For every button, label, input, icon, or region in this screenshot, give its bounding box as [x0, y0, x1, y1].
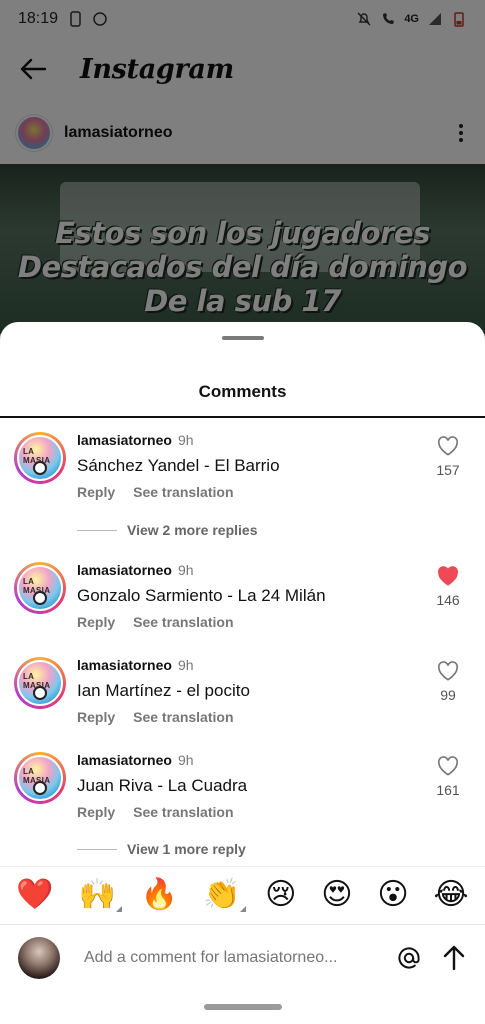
comment-text: Sánchez Yandel - El Barrio	[77, 456, 280, 475]
clapping-hands-glyph: 👏	[202, 876, 241, 912]
comment-item: LA MASIA lamasiatorneo 9h Ian Martínez - …	[0, 643, 485, 733]
system-nav-bar	[0, 990, 485, 1024]
comment-time: 9h	[177, 562, 194, 578]
comment-input[interactable]	[84, 948, 385, 967]
see-translation-button[interactable]: See translation	[133, 614, 233, 630]
background-post-view: 18:19 4G Instagram lamasiatorneo Esto	[0, 0, 485, 340]
view-replies-label: View 1 more reply	[127, 841, 246, 857]
surprised-face-emoji[interactable]: 😮	[377, 879, 408, 910]
thread-line	[77, 529, 117, 531]
reply-button[interactable]: Reply	[77, 614, 115, 630]
comment-username[interactable]: lamasiatorneo	[77, 562, 172, 578]
comment-username[interactable]: lamasiatorneo	[77, 657, 172, 673]
heart-outline-icon	[437, 756, 459, 776]
view-more-replies[interactable]: View 1 more reply	[77, 841, 246, 857]
like-count: 146	[436, 592, 460, 608]
comment-username[interactable]: lamasiatorneo	[77, 432, 172, 448]
like-count: 157	[436, 462, 460, 478]
comment-item: LA MASIA lamasiatorneo 9h Sánchez Yandel …	[0, 418, 485, 508]
like-button[interactable]: 157	[433, 436, 463, 478]
fire-emoji[interactable]: 🔥	[141, 879, 178, 910]
laughing-tears-emoji[interactable]: 😂	[433, 879, 468, 910]
commenter-avatar[interactable]: LA MASIA	[14, 657, 66, 709]
clapping-hands-emoji[interactable]: 👏	[202, 876, 247, 912]
like-count: 161	[436, 782, 460, 798]
commenter-avatar[interactable]: LA MASIA	[14, 432, 66, 484]
reply-button[interactable]: Reply	[77, 804, 115, 820]
see-translation-button[interactable]: See translation	[133, 709, 233, 725]
comment-text: Juan Riva - La Cuadra	[77, 776, 248, 795]
home-gesture-handle[interactable]	[203, 1004, 282, 1010]
comment-composer	[0, 924, 485, 990]
comment-time: 9h	[177, 432, 194, 448]
thread-line	[77, 848, 117, 850]
sheet-drag-handle[interactable]	[221, 336, 264, 340]
like-button[interactable]: 146	[433, 566, 463, 608]
raising-hands-glyph: 🙌	[78, 876, 116, 912]
comment-time: 9h	[177, 752, 194, 768]
sheet-title: Comments	[198, 382, 287, 401]
like-button[interactable]: 99	[433, 661, 463, 703]
current-user-avatar	[18, 936, 60, 979]
comment-username[interactable]: lamasiatorneo	[77, 752, 172, 768]
skin-tone-indicator-icon	[115, 905, 122, 912]
commenter-avatar[interactable]: LA MASIA	[14, 562, 66, 614]
skin-tone-indicator-icon	[240, 905, 247, 912]
comment-time: 9h	[177, 657, 194, 673]
reply-button[interactable]: Reply	[77, 709, 115, 725]
like-count: 99	[440, 687, 456, 703]
like-button[interactable]: 161	[433, 756, 463, 798]
modal-scrim[interactable]	[0, 0, 485, 340]
heart-outline-icon	[437, 661, 459, 681]
reply-button[interactable]: Reply	[77, 484, 115, 500]
see-translation-button[interactable]: See translation	[133, 484, 233, 500]
mention-at-icon[interactable]	[397, 946, 421, 970]
red-heart-emoji[interactable]: ❤️	[16, 879, 53, 910]
heart-eyes-emoji[interactable]: 😍	[321, 879, 352, 910]
emoji-reaction-bar: ❤️ 🙌 🔥 👏 😢 😍 😮 😂	[0, 866, 485, 922]
view-more-replies[interactable]: View 2 more replies	[77, 522, 257, 538]
see-translation-button[interactable]: See translation	[133, 804, 233, 820]
comment-item: LA MASIA lamasiatorneo 9h Juan Riva - La …	[0, 738, 485, 828]
view-replies-label: View 2 more replies	[127, 522, 258, 538]
comment-text: Gonzalo Sarmiento - La 24 Milán	[77, 586, 326, 605]
commenter-avatar[interactable]: LA MASIA	[14, 752, 66, 804]
send-arrow-icon[interactable]	[441, 945, 467, 971]
comment-text: Ian Martínez - el pocito	[77, 681, 250, 700]
crying-face-emoji[interactable]: 😢	[265, 879, 296, 910]
heart-filled-icon	[437, 566, 459, 586]
heart-outline-icon	[437, 436, 459, 456]
raising-hands-emoji[interactable]: 🙌	[78, 876, 122, 912]
comment-item: LA MASIA lamasiatorneo 9h Gonzalo Sarmien…	[0, 548, 485, 638]
